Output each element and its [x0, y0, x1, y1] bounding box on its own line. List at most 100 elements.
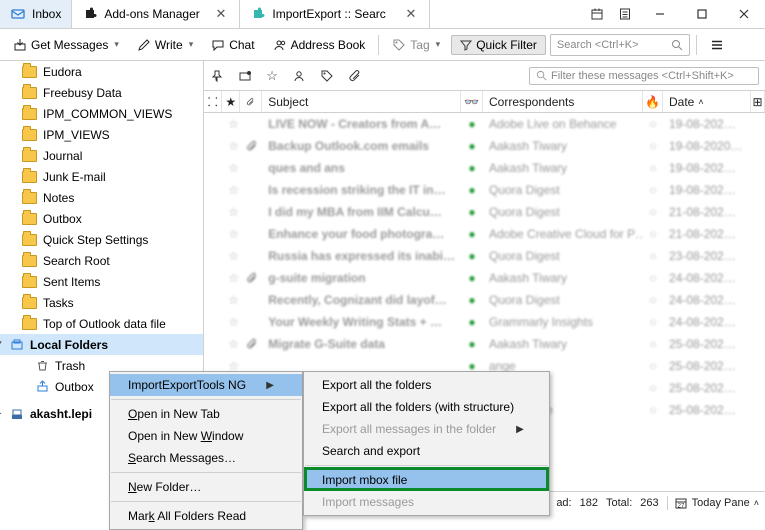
folder-icon [22, 297, 37, 309]
search-input[interactable]: Search <Ctrl+K> [550, 34, 690, 56]
col-subject[interactable]: Subject [262, 91, 461, 112]
col-thread[interactable]: ⸬ [204, 91, 222, 112]
col-junk[interactable]: 🔥 [643, 91, 663, 112]
message-row[interactable]: ☆LIVE NOW - Creators from A…●Adobe Live … [204, 113, 765, 135]
total-count: 263 [640, 497, 658, 509]
folder-icon [22, 255, 37, 267]
attachment-filter-icon[interactable] [348, 69, 362, 83]
local-folders[interactable]: ⯆ Local Folders [0, 334, 203, 355]
folder-item[interactable]: Junk E-mail [0, 166, 203, 187]
local-folders-label: Local Folders [30, 338, 108, 352]
trash-icon [36, 359, 49, 372]
tab-inbox[interactable]: Inbox [0, 0, 72, 28]
folder-item[interactable]: Quick Step Settings [0, 229, 203, 250]
folder-item[interactable]: Freebusy Data [0, 82, 203, 103]
quick-filter-label: Quick Filter [476, 38, 537, 52]
filter-placeholder: Filter these messages <Ctrl+Shift+K> [551, 70, 734, 82]
svg-text:27: 27 [677, 503, 684, 509]
message-row[interactable]: ☆Recently, Cognizant did layof…●Quora Di… [204, 289, 765, 311]
folder-label: Eudora [43, 65, 82, 79]
ctx-mark-all-read[interactable]: Mark All Folders Read [110, 505, 302, 527]
col-date[interactable]: Date˄ [663, 91, 751, 112]
chat-button[interactable]: Chat [204, 35, 261, 55]
inbox-icon [10, 6, 26, 22]
ctx-import-mbox[interactable]: Import mbox file [304, 469, 549, 491]
message-row[interactable]: ☆g-suite migration●Aakash Tiwary○24-08-2… [204, 267, 765, 289]
tab-importexport[interactable]: ImportExport :: Searc ✕ [240, 0, 430, 28]
folder-item[interactable]: Journal [0, 145, 203, 166]
folder-icon [22, 192, 37, 204]
tasks-icon[interactable] [611, 0, 639, 28]
close-icon[interactable]: ✕ [402, 6, 419, 22]
col-correspondents[interactable]: Correspondents [483, 91, 643, 112]
write-button[interactable]: Write [130, 35, 200, 55]
ctx-importexporttools[interactable]: ImportExportTools NG▶ [110, 374, 302, 396]
ctx-new-folder[interactable]: New Folder… [110, 476, 302, 498]
folder-label: IPM_COMMON_VIEWS [43, 107, 172, 121]
message-row[interactable]: ☆Backup Outlook.com emails●Aakash Tiwary… [204, 135, 765, 157]
get-messages-button[interactable]: Get Messages [6, 35, 126, 55]
message-row[interactable]: ☆I did my MBA from IIM Calcu…●Quora Dige… [204, 201, 765, 223]
message-row[interactable]: ☆Enhance your food photogra…●Adobe Creat… [204, 223, 765, 245]
folder-icon [22, 234, 37, 246]
folder-item[interactable]: IPM_COMMON_VIEWS [0, 103, 203, 124]
folder-label: IPM_VIEWS [43, 128, 110, 142]
folder-item[interactable]: Eudora [0, 61, 203, 82]
col-read[interactable]: 👓 [461, 91, 483, 112]
expander-icon[interactable]: ⯆ [0, 339, 4, 350]
address-book-button[interactable]: Address Book [266, 35, 373, 55]
folder-item[interactable]: IPM_VIEWS [0, 124, 203, 145]
folder-label: Search Root [43, 254, 110, 268]
folder-item[interactable]: Sent Items [0, 271, 203, 292]
message-row[interactable]: ☆Migrate G-Suite data●Aakash Tiwary○25-0… [204, 333, 765, 355]
unread-filter-icon[interactable] [238, 69, 252, 83]
col-picker[interactable]: ⊞ [751, 91, 765, 112]
ctx-open-tab[interactable]: Open in New Tab [110, 403, 302, 425]
column-header[interactable]: ⸬ ★ Subject 👓 Correspondents 🔥 Date˄ ⊞ [204, 91, 765, 113]
filter-search-input[interactable]: Filter these messages <Ctrl+Shift+K> [529, 67, 759, 85]
folder-item[interactable]: Tasks [0, 292, 203, 313]
close-button[interactable] [723, 0, 765, 28]
folder-label: Quick Step Settings [43, 233, 148, 247]
pin-icon[interactable] [210, 69, 224, 83]
message-row[interactable]: ☆Is recession striking the IT in…●Quora … [204, 179, 765, 201]
tab-addons[interactable]: Add-ons Manager ✕ [72, 0, 240, 28]
ctx-import-messages: Import messages [304, 491, 549, 513]
today-pane-button[interactable]: 27 Today Pane ˄ [667, 496, 759, 510]
message-row[interactable]: ☆ques and ans●Aakash Tiwary○19-08-202… [204, 157, 765, 179]
tab-label: Inbox [32, 7, 61, 21]
folder-item[interactable]: Search Root [0, 250, 203, 271]
app-menu-button[interactable] [703, 35, 731, 55]
folder-icon [22, 66, 37, 78]
expander-icon[interactable]: ▸ [0, 408, 4, 419]
ctx-export-all-struct[interactable]: Export all the folders (with structure) [304, 396, 549, 418]
separator [696, 35, 697, 55]
folder-icon [22, 150, 37, 162]
folder-context-menu: ImportExportTools NG▶ Open in New Tab Op… [109, 371, 303, 530]
col-star[interactable]: ★ [222, 91, 240, 112]
separator [111, 501, 301, 502]
calendar-icon[interactable] [583, 0, 611, 28]
folder-item[interactable]: Notes [0, 187, 203, 208]
star-filter-icon[interactable]: ☆ [266, 68, 278, 84]
tag-filter-icon[interactable] [320, 69, 334, 83]
message-row[interactable]: ☆Your Weekly Writing Stats + …●Grammarly… [204, 311, 765, 333]
folder-item[interactable]: Outbox [0, 208, 203, 229]
col-attachment[interactable] [240, 91, 262, 112]
chevron-right-icon: ▶ [516, 424, 524, 435]
ctx-search-export[interactable]: Search and export [304, 440, 549, 462]
chat-label: Chat [229, 38, 254, 52]
message-row[interactable]: ☆Russia has expressed its inabi…●Quora D… [204, 245, 765, 267]
ctx-open-window[interactable]: Open in New Window [110, 425, 302, 447]
folder-item[interactable]: Top of Outlook data file [0, 313, 203, 334]
contact-filter-icon[interactable] [292, 69, 306, 83]
tag-button[interactable]: Tag [385, 35, 447, 55]
folder-icon [22, 276, 37, 288]
folder-label: Notes [43, 191, 74, 205]
minimize-button[interactable] [639, 0, 681, 28]
ctx-export-all[interactable]: Export all the folders [304, 374, 549, 396]
ctx-search-messages[interactable]: Search Messages… [110, 447, 302, 469]
quick-filter-button[interactable]: Quick Filter [451, 35, 546, 55]
maximize-button[interactable] [681, 0, 723, 28]
close-icon[interactable]: ✕ [212, 6, 229, 22]
